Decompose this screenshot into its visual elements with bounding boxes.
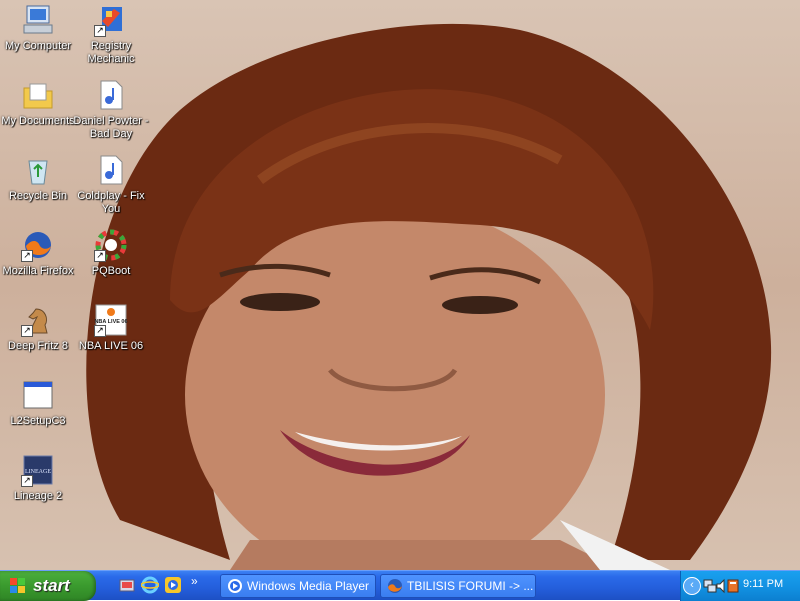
lineage-icon: LINEAGE ↗ — [21, 453, 55, 487]
shortcut-arrow-icon: ↗ — [21, 475, 33, 487]
desktop-icon-l2setupc3[interactable]: L2SetupC3 — [0, 378, 76, 428]
shortcut-arrow-icon: ↗ — [94, 325, 106, 337]
media-player-icon[interactable] — [164, 576, 182, 594]
internet-explorer-icon[interactable] — [140, 576, 160, 594]
recycle-bin-icon — [21, 153, 55, 187]
start-button[interactable]: start — [0, 571, 96, 601]
media-icon[interactable] — [118, 576, 136, 594]
audio-file-icon — [94, 153, 128, 187]
shortcut-arrow-icon: ↗ — [94, 25, 106, 37]
app-tray-icon[interactable] — [727, 578, 739, 594]
desktop-icon-coldplay-fix-you[interactable]: Coldplay - Fix You — [73, 153, 149, 216]
desktop-icon-registry-mechanic[interactable]: ↗ Registry Mechanic — [73, 3, 149, 66]
folder-documents-icon — [21, 78, 55, 112]
desktop-icon-nba-live-06[interactable]: NBA LIVE 06 ↗ NBA LIVE 06 — [73, 303, 149, 353]
task-tbilisis-forumi[interactable]: TBILISIS FORUMI -> ... — [380, 574, 536, 598]
network-icon[interactable] — [703, 578, 717, 594]
quick-launch-overflow[interactable]: » — [191, 574, 198, 588]
desktop-icon-deep-fritz-8[interactable]: ↗ Deep Fritz 8 — [0, 303, 76, 353]
expand-tray-icon[interactable]: ‹ — [683, 577, 701, 595]
firefox-icon: ↗ — [21, 228, 55, 262]
windows-logo-icon — [10, 578, 25, 593]
shortcut-arrow-icon: ↗ — [21, 325, 33, 337]
registry-mechanic-icon: ↗ — [94, 3, 128, 37]
task-windows-media-player[interactable]: Windows Media Player — [220, 574, 376, 598]
desktop-icon-recycle-bin[interactable]: Recycle Bin — [0, 153, 76, 203]
pqboot-icon: ↗ — [94, 228, 128, 262]
start-label: start — [33, 576, 70, 595]
desktop-icon-my-documents[interactable]: My Documents — [0, 78, 76, 128]
audio-file-icon — [94, 78, 128, 112]
desktop-icon-my-computer[interactable]: My Computer — [0, 3, 76, 53]
desktop: My Computer ↗ Registry Mechanic My Docum… — [0, 0, 800, 570]
system-tray: ‹ 9:11 PM — [680, 571, 800, 601]
nba-live-icon: NBA LIVE 06 ↗ — [94, 303, 128, 337]
shortcut-arrow-icon: ↗ — [21, 250, 33, 262]
media-player-icon — [228, 579, 242, 593]
speaker-icon[interactable] — [716, 578, 726, 594]
taskbar: start » Windows Media Player TBILISIS FO… — [0, 570, 800, 601]
computer-icon — [21, 3, 55, 37]
shortcut-arrow-icon: ↗ — [94, 250, 106, 262]
clock[interactable]: 9:11 PM — [743, 578, 783, 590]
chess-knight-icon: ↗ — [21, 303, 55, 337]
firefox-icon — [388, 579, 402, 593]
desktop-icon-daniel-powter-bad-day[interactable]: Daniel Powter - Bad Day — [73, 78, 149, 141]
window-app-icon — [21, 378, 55, 412]
desktop-icon-lineage-2[interactable]: LINEAGE ↗ Lineage 2 — [0, 453, 76, 503]
desktop-icon-pqboot[interactable]: ↗ PQBoot — [73, 228, 149, 278]
desktop-icon-mozilla-firefox[interactable]: ↗ Mozilla Firefox — [0, 228, 76, 278]
